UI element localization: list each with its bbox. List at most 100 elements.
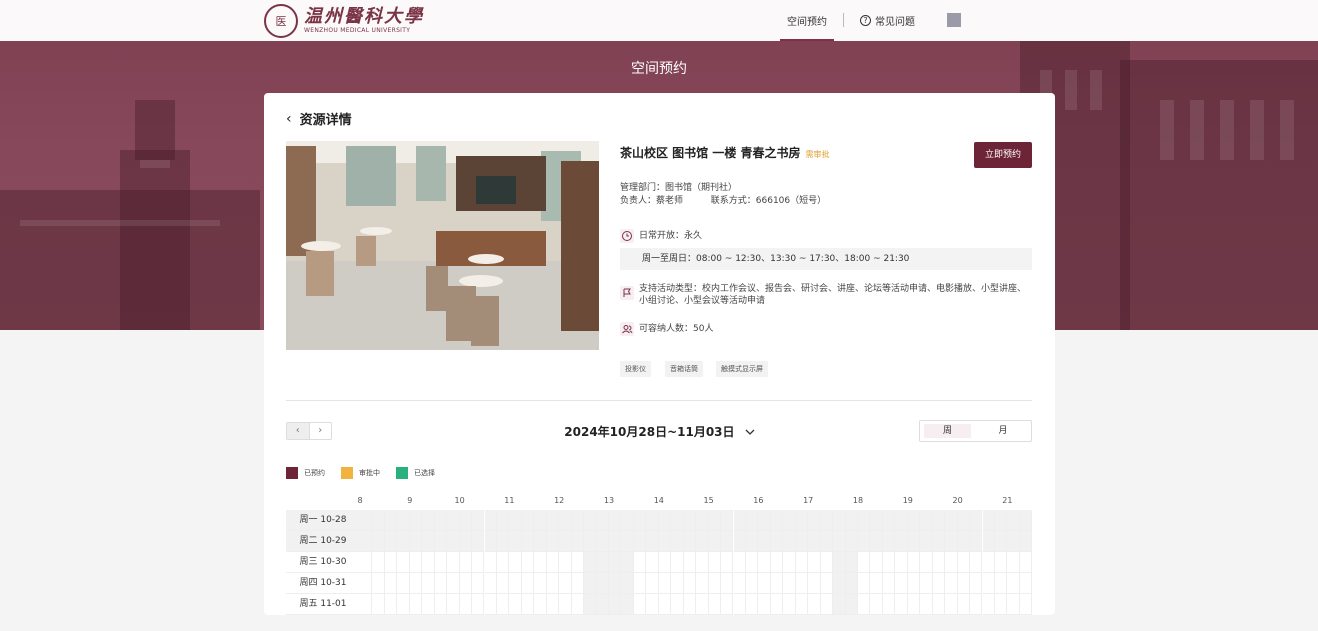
time-slot-cell[interactable] [920, 510, 933, 531]
time-slot-cell[interactable] [982, 531, 995, 552]
time-slot-cell[interactable] [596, 573, 609, 594]
time-slot-cell[interactable] [671, 531, 684, 552]
time-slot-cell[interactable] [472, 573, 485, 594]
time-slot-cell[interactable] [920, 531, 933, 552]
time-slot-cell[interactable] [422, 573, 435, 594]
time-slot-cell[interactable] [447, 594, 460, 615]
time-slot-cell[interactable] [808, 594, 821, 615]
time-slot-cell[interactable] [770, 573, 784, 594]
time-slot-cell[interactable] [957, 510, 971, 531]
time-slot-cell[interactable] [721, 552, 734, 573]
time-slot-cell[interactable] [496, 573, 510, 594]
time-slot-cell[interactable] [484, 510, 497, 531]
time-slot-cell[interactable] [1019, 510, 1033, 531]
time-slot-cell[interactable] [882, 552, 896, 573]
time-slot-cell[interactable] [1007, 573, 1020, 594]
time-slot-cell[interactable] [621, 594, 634, 615]
time-slot-cell[interactable] [671, 552, 684, 573]
time-slot-cell[interactable] [571, 510, 585, 531]
time-slot-cell[interactable] [920, 552, 933, 573]
time-slot-cell[interactable] [521, 594, 535, 615]
time-slot-cell[interactable] [783, 594, 796, 615]
time-slot-cell[interactable] [621, 531, 634, 552]
time-slot-cell[interactable] [733, 594, 746, 615]
time-slot-cell[interactable] [858, 573, 871, 594]
time-slot-cell[interactable] [696, 552, 709, 573]
time-slot-cell[interactable] [795, 510, 809, 531]
time-slot-cell[interactable] [932, 573, 946, 594]
time-slot-cell[interactable] [409, 594, 423, 615]
time-slot-cell[interactable] [434, 510, 448, 531]
nav-faq[interactable]: ? 常见问题 [860, 13, 915, 28]
nav-space-booking[interactable]: 空间预约 [780, 13, 834, 41]
time-slot-cell[interactable] [658, 510, 672, 531]
time-slot-cell[interactable] [633, 573, 647, 594]
time-slot-cell[interactable] [932, 531, 946, 552]
time-slot-cell[interactable] [858, 531, 871, 552]
time-slot-cell[interactable] [384, 510, 398, 531]
time-slot-cell[interactable] [994, 531, 1008, 552]
time-slot-cell[interactable] [907, 552, 921, 573]
time-slot-cell[interactable] [858, 510, 871, 531]
time-slot-cell[interactable] [721, 531, 734, 552]
time-slot-cell[interactable] [833, 594, 846, 615]
time-slot-cell[interactable] [434, 573, 448, 594]
time-slot-cell[interactable] [372, 510, 385, 531]
time-slot-cell[interactable] [571, 573, 585, 594]
time-slot-cell[interactable] [534, 552, 547, 573]
time-slot-cell[interactable] [484, 531, 497, 552]
time-slot-cell[interactable] [770, 531, 784, 552]
time-slot-cell[interactable] [758, 552, 771, 573]
time-slot-cell[interactable] [945, 552, 958, 573]
time-slot-cell[interactable] [534, 573, 547, 594]
time-slot-cell[interactable] [496, 594, 510, 615]
time-slot-cell[interactable] [484, 552, 497, 573]
time-slot-cell[interactable] [820, 573, 834, 594]
time-slot-cell[interactable] [1007, 594, 1020, 615]
time-slot-cell[interactable] [621, 573, 634, 594]
time-slot-cell[interactable] [384, 531, 398, 552]
time-slot-cell[interactable] [459, 573, 473, 594]
time-slot-cell[interactable] [870, 573, 883, 594]
time-slot-cell[interactable] [584, 510, 597, 531]
time-slot-cell[interactable] [472, 531, 485, 552]
time-slot-cell[interactable] [1019, 531, 1033, 552]
time-slot-cell[interactable] [895, 552, 908, 573]
time-slot-cell[interactable] [372, 552, 385, 573]
time-slot-cell[interactable] [895, 573, 908, 594]
time-slot-cell[interactable] [459, 510, 473, 531]
time-slot-cell[interactable] [571, 531, 585, 552]
view-month-tab[interactable]: 月 [977, 424, 1029, 438]
time-slot-cell[interactable] [982, 594, 995, 615]
time-slot-cell[interactable] [696, 573, 709, 594]
time-slot-cell[interactable] [596, 552, 609, 573]
time-slot-cell[interactable] [745, 531, 759, 552]
time-slot-cell[interactable] [721, 594, 734, 615]
time-slot-cell[interactable] [633, 531, 647, 552]
time-slot-cell[interactable] [882, 573, 896, 594]
time-slot-cell[interactable] [509, 531, 522, 552]
time-slot-cell[interactable] [496, 531, 510, 552]
time-slot-cell[interactable] [907, 594, 921, 615]
time-slot-cell[interactable] [870, 531, 883, 552]
time-slot-cell[interactable] [932, 510, 946, 531]
time-slot-cell[interactable] [447, 510, 460, 531]
time-slot-cell[interactable] [970, 531, 983, 552]
time-slot-cell[interactable] [683, 531, 697, 552]
time-slot-cell[interactable] [584, 531, 597, 552]
time-slot-cell[interactable] [1007, 531, 1020, 552]
view-week-tab[interactable]: 周 [924, 424, 971, 438]
time-slot-cell[interactable] [982, 573, 995, 594]
time-slot-cell[interactable] [509, 573, 522, 594]
time-slot-cell[interactable] [907, 510, 921, 531]
time-slot-cell[interactable] [733, 573, 746, 594]
time-slot-cell[interactable] [472, 510, 485, 531]
time-slot-cell[interactable] [1019, 573, 1033, 594]
time-slot-cell[interactable] [870, 510, 883, 531]
book-now-button[interactable]: 立即预约 [974, 142, 1032, 168]
time-slot-cell[interactable] [646, 510, 659, 531]
time-slot-cell[interactable] [758, 510, 771, 531]
time-slot-cell[interactable] [783, 573, 796, 594]
time-slot-cell[interactable] [870, 594, 883, 615]
time-slot-cell[interactable] [870, 552, 883, 573]
